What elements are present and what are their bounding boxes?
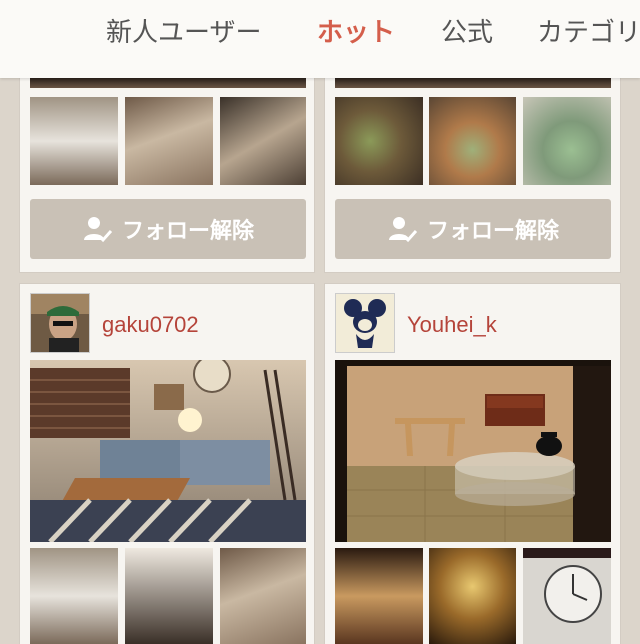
tab-new-users[interactable]: 新人ユーザー xyxy=(106,16,261,50)
avatar[interactable] xyxy=(335,293,395,353)
thumbnail-photo[interactable] xyxy=(523,548,611,644)
top-tab-bar: 新人ユーザー ホット 公式 カテゴリ xyxy=(0,0,640,78)
main-photo[interactable] xyxy=(335,360,611,542)
tab-official[interactable]: 公式 xyxy=(441,16,493,50)
user-check-icon xyxy=(83,217,112,243)
thumbnail-photo[interactable] xyxy=(523,97,611,185)
tab-category[interactable]: カテゴリ xyxy=(537,16,640,50)
thumbnail-photo[interactable] xyxy=(125,548,213,644)
user-card: フォロー解除 xyxy=(20,60,314,272)
main-photo[interactable] xyxy=(30,78,306,88)
user-check-icon xyxy=(388,217,417,243)
thumbnail-photo[interactable] xyxy=(30,548,118,644)
thumbnail-photo[interactable] xyxy=(30,97,118,185)
user-card: フォロー解除 xyxy=(325,60,620,272)
thumbnail-photo[interactable] xyxy=(335,97,423,185)
thumbnail-photo[interactable] xyxy=(220,97,306,185)
main-photo[interactable] xyxy=(335,78,611,88)
thumbnail-photo[interactable] xyxy=(335,548,423,644)
thumbnail-photo[interactable] xyxy=(429,97,516,185)
user-card: gaku0702 xyxy=(20,284,314,644)
tab-hot[interactable]: ホット xyxy=(317,16,395,50)
thumbnail-photo[interactable] xyxy=(429,548,516,644)
username[interactable]: Youhei_k xyxy=(407,312,497,338)
unfollow-label: フォロー解除 xyxy=(121,219,254,244)
unfollow-label: フォロー解除 xyxy=(426,219,559,244)
thumbnail-photo[interactable] xyxy=(125,97,213,185)
avatar[interactable] xyxy=(30,293,90,353)
unfollow-button[interactable]: フォロー解除 xyxy=(335,199,611,259)
user-card: Youhei_k xyxy=(325,284,620,644)
unfollow-button[interactable]: フォロー解除 xyxy=(30,199,306,259)
main-photo[interactable] xyxy=(30,360,306,542)
username[interactable]: gaku0702 xyxy=(102,312,199,338)
thumbnail-photo[interactable] xyxy=(220,548,306,644)
